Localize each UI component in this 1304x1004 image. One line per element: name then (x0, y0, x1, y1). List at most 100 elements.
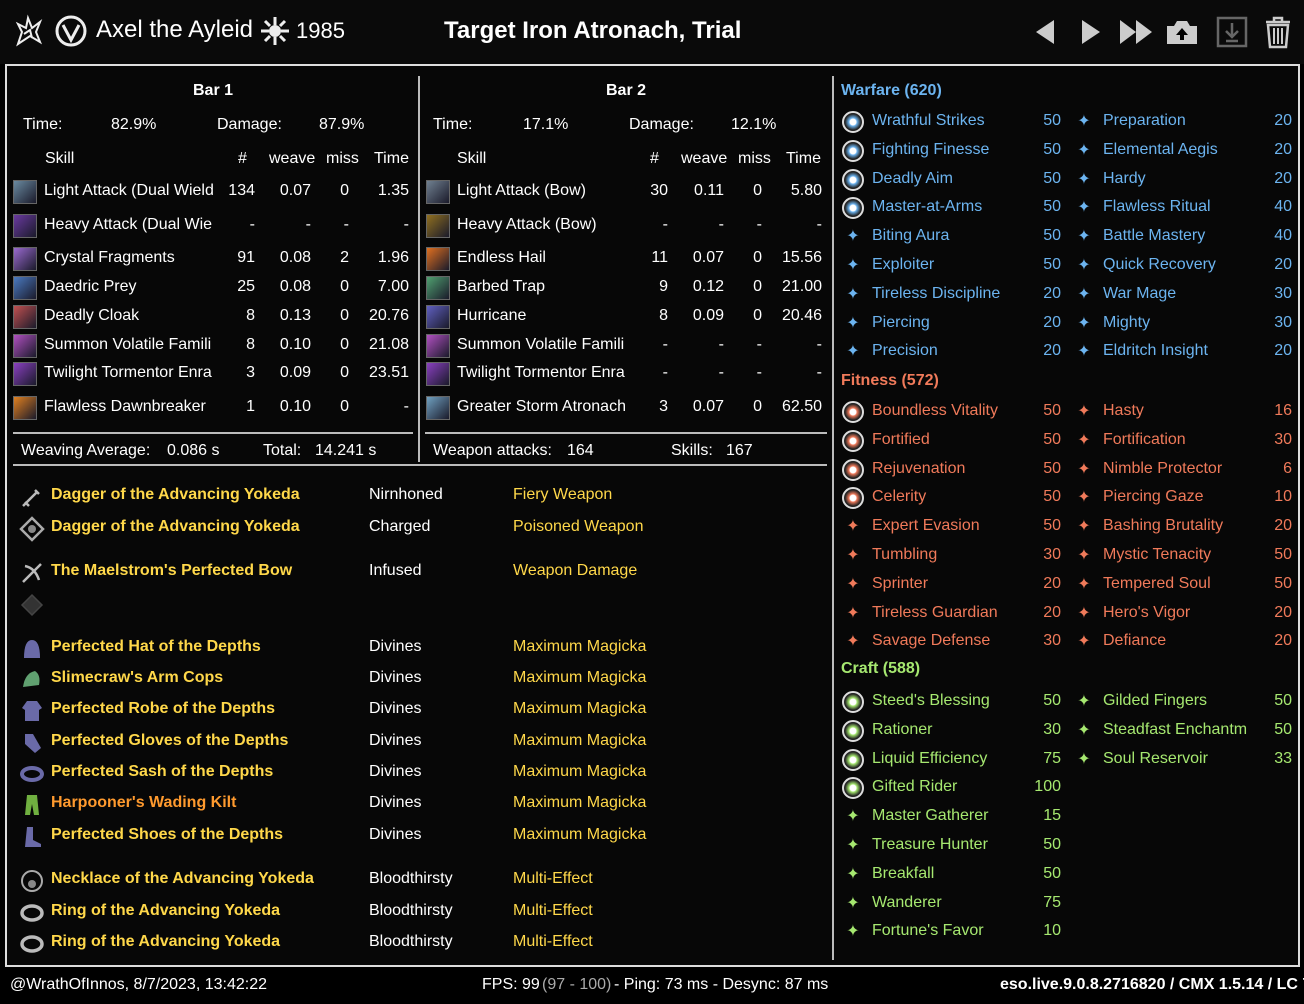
cp-skill-value: 20 (1043, 285, 1061, 302)
cp-skill-name: Tumbling (872, 546, 938, 563)
bar2-skill-name: Light Attack (Bow) (457, 182, 586, 199)
bar2-skill-name: Heavy Attack (Bow) (457, 216, 597, 233)
target-title: Target Iron Atronach, Trial (444, 17, 742, 44)
bar2-header-skill: Skill (457, 150, 487, 167)
last-fight-icon[interactable] (1118, 14, 1154, 50)
cp-skill-name: Deadly Aim (872, 170, 953, 187)
next-fight-icon[interactable] (1072, 14, 1108, 50)
necklace-icon (19, 868, 45, 894)
cp-star-icon: ✦ (1077, 257, 1091, 274)
cp-star-icon: ✦ (1077, 315, 1091, 332)
gear-item-enchant: Multi-Effect (513, 870, 593, 887)
cp-slotted-star-icon (842, 720, 864, 742)
gear-item-enchant: Multi-Effect (513, 902, 593, 919)
cp-skill-value: 100 (1034, 778, 1061, 795)
cp-skill-value: 40 (1274, 227, 1292, 244)
bar1-skill-miss: 0 (340, 336, 349, 353)
cp-skill-value: 50 (1274, 721, 1292, 738)
cp-skill-name: Wrathful Strikes (872, 112, 985, 129)
gear-item-name: Necklace of the Advancing Yokeda (51, 870, 314, 887)
bar2-skill-name: Greater Storm Atronach (457, 398, 626, 415)
cp-star-icon: ✦ (846, 547, 860, 564)
save-icon[interactable] (1214, 14, 1250, 50)
bar1-skill-icon (13, 362, 37, 386)
cp-skill-value: 20 (1274, 141, 1292, 158)
bar1-skill-time: 20.76 (368, 307, 409, 324)
cp-skill-name: Rejuvenation (872, 460, 966, 477)
bar2-skill-icon (426, 334, 450, 358)
weaving-average-value: 0.086 s (167, 442, 220, 459)
cp-skill-name: Tireless Discipline (872, 285, 1001, 302)
gear-item-trait: Divines (369, 732, 422, 749)
bar1-header-count: # (238, 150, 247, 167)
bar1-skill-weave: 0.08 (279, 249, 311, 266)
bar1-skill-weave: 0.10 (279, 398, 311, 415)
cp-star-icon: ✦ (1077, 722, 1091, 739)
cp-star-icon: ✦ (1077, 576, 1091, 593)
cp-skill-value: 50 (1043, 256, 1061, 273)
hat-icon (19, 636, 45, 662)
bar2-skill-time: 62.50 (781, 398, 822, 415)
bar1-skill-count: 3 (246, 364, 255, 381)
bar2-skill-name: Twilight Tormentor Enra (457, 364, 625, 381)
bar2-skill-icon (426, 305, 450, 329)
cp-skill-name: Boundless Vitality (872, 402, 998, 419)
upload-icon[interactable] (1164, 14, 1200, 50)
cp-skill-value: 15 (1043, 807, 1061, 824)
cp-star-icon: ✦ (1077, 633, 1091, 650)
gear-item-name: Ring of the Advancing Yokeda (51, 933, 281, 950)
bar2-skill-time: - (816, 336, 822, 353)
bar1-skill-count: 1 (246, 398, 255, 415)
cp-skill-value: 20 (1274, 632, 1292, 649)
cp-skill-name: Nimble Protector (1103, 460, 1223, 477)
cp-slotted-star-icon (842, 749, 864, 771)
fps-range: (97 - 100) (542, 976, 612, 993)
delete-icon[interactable] (1260, 14, 1296, 50)
character-name: Axel the Ayleid (96, 16, 253, 43)
cp-divider (832, 76, 834, 960)
cp-skill-name: War Mage (1103, 285, 1177, 302)
cp-skill-name: Bashing Brutality (1103, 517, 1224, 534)
cp-skill-value: 30 (1274, 431, 1292, 448)
cp-skill-value: 20 (1274, 112, 1292, 129)
cp-star-icon: ✦ (1077, 199, 1091, 216)
cp-slotted-star-icon (842, 430, 864, 452)
cp-skill-value: 50 (1043, 112, 1061, 129)
bar2-skill-miss: 0 (753, 278, 762, 295)
bar1-skill-icon (13, 276, 37, 300)
total-label: Total: (263, 442, 302, 459)
bar2-title: Bar 2 (606, 82, 647, 99)
cp-skill-value: 30 (1274, 314, 1292, 331)
title-bar: Axel the Ayleid 1985 Target Iron Atronac… (0, 0, 1304, 64)
gear-item-enchant: Maximum Magicka (513, 638, 647, 655)
previous-fight-icon[interactable] (1028, 14, 1064, 50)
cp-star-icon: ✦ (846, 343, 860, 360)
bar2-skill-icon (426, 247, 450, 271)
bar1-skill-name: Heavy Attack (Dual Wie (44, 216, 213, 233)
bar1-skill-time: 21.08 (368, 336, 409, 353)
cp-slotted-star-icon (842, 777, 864, 799)
cp-star-icon: ✦ (846, 923, 860, 940)
bar1-skill-weave: 0.09 (279, 364, 311, 381)
bar1-skill-name: Summon Volatile Famili (44, 336, 212, 353)
bar1-skill-miss: 2 (340, 249, 349, 266)
user-timestamp: @WrathOfInnos, 8/7/2023, 13:42:22 (10, 976, 267, 993)
bar2-damage-label: Damage: (629, 116, 694, 133)
total-value: 14.241 s (315, 442, 377, 459)
cp-skill-value: 20 (1043, 314, 1061, 331)
bar1-skill-name: Crystal Fragments (44, 249, 175, 266)
gloves-icon (19, 730, 45, 756)
cp-skill-value: 20 (1274, 604, 1292, 621)
bar2-skill-time: 21.00 (781, 278, 822, 295)
cp-star-icon: ✦ (1077, 693, 1091, 710)
bar2-skill-weave: 0.12 (692, 278, 724, 295)
cp-skill-value: 50 (1043, 170, 1061, 187)
cp-star-icon: ✦ (846, 286, 860, 303)
cp-skill-value: 75 (1043, 894, 1061, 911)
gear-item-enchant: Maximum Magicka (513, 763, 647, 780)
bar2-skill-weave: - (718, 364, 724, 381)
cp-skill-value: 30 (1043, 546, 1061, 563)
gear-item-name: Harpooner's Wading Kilt (51, 794, 237, 811)
cp-star-icon: ✦ (1077, 142, 1091, 159)
cp-skill-value: 50 (1043, 227, 1061, 244)
